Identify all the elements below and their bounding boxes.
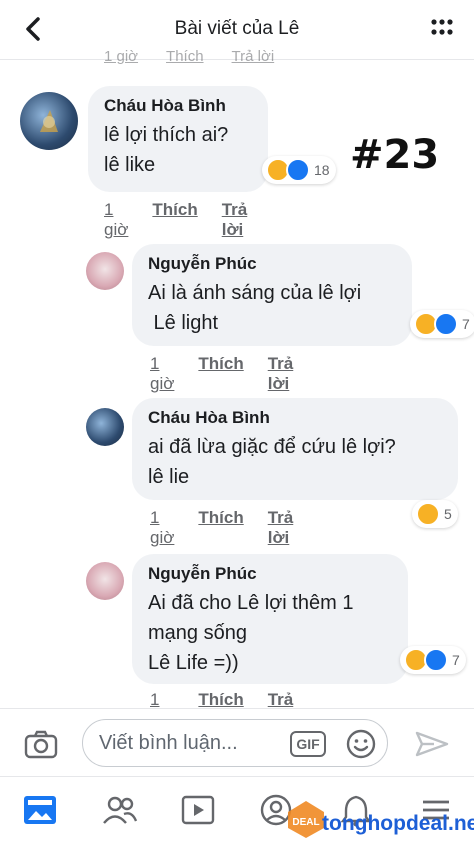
prev-time: 1 giờ <box>104 48 139 65</box>
comment-author[interactable]: Nguyễn Phúc <box>148 254 396 274</box>
comment-actions: 1 giờ Thích Trả lời <box>150 508 317 548</box>
reaction-summary[interactable]: 18 <box>262 156 336 184</box>
reply-link[interactable]: Trả lời <box>268 508 294 548</box>
comment-text-line: lê lợi thích ai? <box>104 124 229 146</box>
prev-like-link[interactable]: Thích <box>166 48 204 65</box>
reply-link[interactable]: Trả lời <box>268 354 294 394</box>
prev-reply-link[interactable]: Trả lời <box>232 48 275 65</box>
comment-actions: 1 giờ Thích Trả lời <box>104 200 271 240</box>
like-reaction-icon <box>424 648 448 672</box>
comment-text-line: ai đã lừa giặc để cứu lê lợi? <box>148 436 396 458</box>
reaction-summary[interactable]: 5 <box>412 500 458 528</box>
comment-actions: 1 giờ Thích Trả lời <box>150 354 317 394</box>
news-feed-icon[interactable] <box>22 793 58 827</box>
comment-bubble: Cháu Hòa Bình lê lợi thích ai? lê like <box>88 86 268 192</box>
reaction-summary[interactable]: 7 <box>410 310 474 338</box>
comment-text-line: Ai đã cho Lê lợi thêm 1 <box>148 592 354 614</box>
comment-text-line: mạng sống <box>148 622 247 644</box>
comment-author[interactable]: Cháu Hòa Bình <box>148 408 442 428</box>
reaction-count: 5 <box>444 506 452 522</box>
reply-link[interactable]: Trả lời <box>222 200 248 240</box>
comment-composer: GIF <box>0 708 474 774</box>
reaction-count: 7 <box>462 316 470 332</box>
more-options-icon[interactable] <box>430 18 454 38</box>
comment-bubble: Nguyễn Phúc Ai đã cho Lê lợi thêm 1 mạng… <box>132 554 408 684</box>
comment-time[interactable]: 1 giờ <box>104 200 128 240</box>
comment-author[interactable]: Cháu Hòa Bình <box>104 96 252 116</box>
comment-bubble: Nguyễn Phúc Ai là ánh sáng của lê lợi Lê… <box>132 244 412 346</box>
comment-text-line: Lê light <box>148 312 219 334</box>
reaction-count: 18 <box>314 162 330 178</box>
comment-bubble: Cháu Hòa Bình ai đã lừa giặc để cứu lê l… <box>132 398 458 500</box>
haha-reaction-icon <box>416 502 440 526</box>
previous-comment-actions: 1 giờ Thích Trả lời <box>104 48 274 65</box>
watch-video-icon[interactable] <box>180 793 216 827</box>
send-icon[interactable] <box>414 730 450 758</box>
like-link[interactable]: Thích <box>152 200 197 240</box>
comment-text-line: Ai là ánh sáng của lê lợi <box>148 282 362 304</box>
emoji-icon[interactable] <box>345 728 377 760</box>
like-link[interactable]: Thích <box>198 508 243 548</box>
comment-time[interactable]: 1 giờ <box>150 508 174 548</box>
comment-input[interactable] <box>82 719 388 767</box>
comment-time[interactable]: 1 giờ <box>150 354 174 394</box>
comment-text-line: lê lie <box>148 466 190 488</box>
comment-author[interactable]: Nguyễn Phúc <box>148 564 392 584</box>
deal-logo-text: DEAL <box>292 817 319 828</box>
page-title: Bài viết của Lê <box>174 18 300 39</box>
camera-icon[interactable] <box>24 729 58 759</box>
friends-icon[interactable] <box>102 793 138 827</box>
comment-text-line: Lê Life =)) <box>148 652 239 674</box>
like-reaction-icon <box>286 158 310 182</box>
like-reaction-icon <box>434 312 458 336</box>
avatar[interactable] <box>86 408 124 446</box>
post-number-badge: #23 <box>350 132 440 178</box>
reaction-summary[interactable]: 7 <box>400 646 466 674</box>
reaction-count: 7 <box>452 652 460 668</box>
comment-text-line: lê like <box>104 154 156 176</box>
avatar[interactable] <box>20 92 78 150</box>
gif-button[interactable]: GIF <box>290 731 326 757</box>
avatar[interactable] <box>86 562 124 600</box>
avatar[interactable] <box>86 252 124 290</box>
like-link[interactable]: Thích <box>198 354 243 394</box>
watermark-text: tonghopdeal.net <box>322 812 474 835</box>
